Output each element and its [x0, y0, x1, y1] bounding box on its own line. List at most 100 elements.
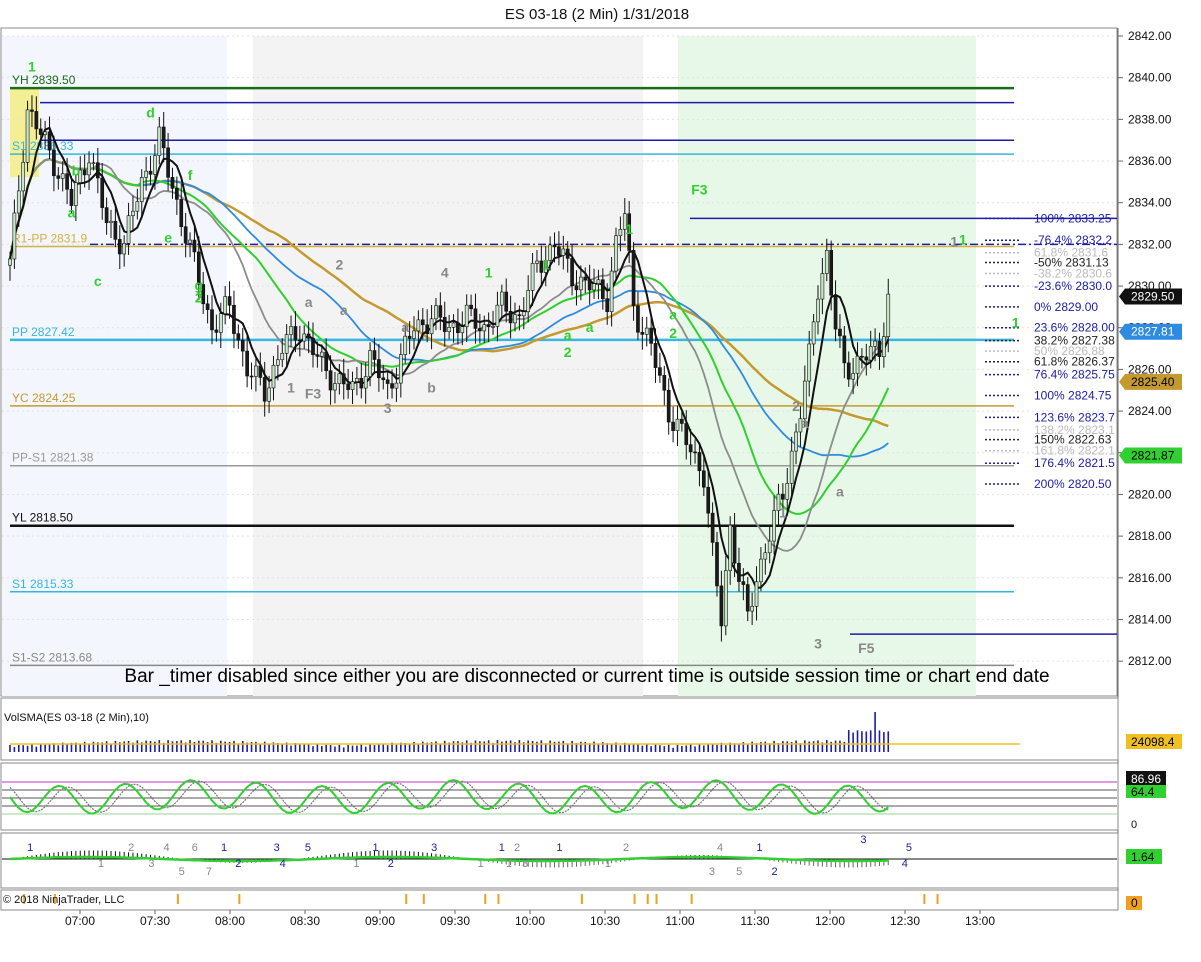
candle-body — [873, 340, 877, 347]
signal-tick — [484, 894, 487, 904]
candle-body — [710, 512, 715, 543]
wave-label: a — [401, 319, 409, 335]
oscillator-wave-label: 2 — [128, 842, 134, 854]
candle-body — [636, 305, 640, 333]
candle-body — [715, 542, 719, 587]
candle-body — [25, 109, 30, 163]
candle-body — [109, 220, 113, 223]
price-tick-label: 2812.00 — [1128, 654, 1172, 668]
candle-body — [521, 311, 526, 317]
session-shade-gray — [253, 36, 643, 696]
time-tick-label: 09:00 — [365, 914, 395, 928]
candle-body — [302, 333, 307, 342]
candle-body — [631, 250, 636, 307]
candle-body — [781, 493, 785, 500]
candle-body — [530, 263, 535, 291]
wave-label: 1 — [485, 265, 493, 281]
wave-label: d — [146, 104, 155, 120]
candle-body — [359, 378, 364, 389]
candle-body — [284, 334, 289, 354]
volume-badge: 24098.4 — [1131, 735, 1175, 749]
bar-timer-message: Bar _timer disabled since either you are… — [124, 666, 1049, 687]
candle-body — [649, 327, 653, 344]
oscillator-wave-label: 1 — [506, 858, 512, 870]
oscillator-wave-label: 2 — [772, 866, 778, 878]
volume-panel[interactable]: VolSMA(ES 03-18 (2 Min),10) 24098.4 — [0, 697, 1182, 761]
chart-canvas: ES 03-18 (2 Min) 1/31/2018 YH 2839.50 S1 … — [0, 6, 1182, 928]
candle-body — [30, 109, 34, 112]
candle-body — [587, 279, 592, 291]
candle-body — [350, 381, 355, 390]
candle-body — [8, 258, 12, 266]
candle-body — [469, 304, 473, 310]
price-tick-label: 2820.00 — [1128, 487, 1172, 501]
candle-body — [605, 298, 610, 312]
signal-tick — [176, 894, 179, 904]
level-label-s1: S1 2836.33 — [12, 139, 74, 153]
oscillator-wave-label: 4 — [717, 842, 723, 854]
oscillator-wave-label: 4 — [902, 858, 908, 870]
candle-body — [640, 331, 645, 335]
time-tick-label: 12:30 — [890, 914, 920, 928]
candle-body — [671, 421, 675, 431]
candle-body — [675, 418, 680, 431]
candle-body — [609, 270, 614, 312]
candle-body — [789, 450, 794, 484]
candle-body — [131, 210, 135, 217]
price-tick-label: 2842.00 — [1128, 29, 1172, 43]
candle-body — [864, 356, 869, 361]
stochastic-panel[interactable]: 86.96 64.4 0 — [0, 762, 1166, 831]
price-tick-label: 2834.00 — [1128, 196, 1172, 210]
wave-label: a — [586, 319, 594, 335]
candle-body — [227, 296, 232, 306]
candle-body — [412, 330, 416, 339]
candle-body — [750, 605, 754, 612]
candle-body — [763, 552, 768, 560]
candle-body — [262, 377, 267, 402]
time-axis[interactable]: 07:00 07:30 08:00 08:30 09:00 09:30 10:00 10:30… — [65, 910, 995, 928]
candle-body — [43, 131, 47, 135]
oscillator-wave-label: 3 — [860, 834, 866, 846]
oscillator-wave-label: 3 — [522, 858, 528, 870]
candle-body — [240, 339, 245, 352]
candle-body — [346, 383, 350, 390]
oscillator-wave-label: 5 — [736, 866, 742, 878]
candle-body — [87, 162, 91, 176]
candle-body — [126, 215, 131, 244]
signal-tick — [580, 894, 583, 904]
wave-label: 2 — [564, 344, 572, 360]
oscillator-wave-label: 1 — [756, 842, 762, 854]
stochastic-zero-tick: 0 — [1131, 819, 1137, 831]
candle-body — [741, 581, 746, 585]
bottom-panel[interactable]: © 2018 NinjaTrader, LLC 0 — [0, 889, 1142, 911]
candle-body — [324, 351, 329, 371]
candle-body — [868, 346, 873, 361]
candle-body — [122, 243, 127, 255]
wave-label: 1 — [625, 221, 633, 237]
candle-body — [680, 418, 684, 424]
signal-tick — [690, 894, 693, 904]
candle-body — [666, 389, 671, 423]
wave-label: 1 — [950, 233, 958, 249]
candle-body — [267, 387, 271, 402]
candle-body — [882, 336, 886, 357]
candle-body — [719, 585, 724, 627]
waves-panel[interactable]: 1123456712345112311 21 3112 43 512354 1.64 — [0, 832, 1162, 889]
price-tick-label: 2836.00 — [1128, 154, 1172, 168]
wave-label: b — [427, 379, 436, 395]
oscillator-wave-label: 3 — [148, 858, 154, 870]
candle-body — [855, 355, 860, 374]
level-label-s1-s2: S1-S2 2813.68 — [12, 650, 92, 664]
wave-label: 1 — [28, 58, 36, 74]
candle-body — [306, 333, 311, 339]
candle-body — [838, 328, 842, 337]
candle-body — [759, 558, 763, 583]
candle-body — [192, 239, 197, 253]
candle-body — [592, 283, 596, 291]
candle-body — [214, 329, 219, 333]
price-tick-label: 2816.00 — [1128, 571, 1172, 585]
candle-body — [232, 304, 236, 334]
main-panel[interactable]: YH 2839.50 S1 2836.33 R1-PP 2831.9 PP 2827.… — [0, 27, 1118, 697]
level-label-yc: YC 2824.25 — [12, 391, 76, 405]
candle-body — [745, 584, 750, 612]
